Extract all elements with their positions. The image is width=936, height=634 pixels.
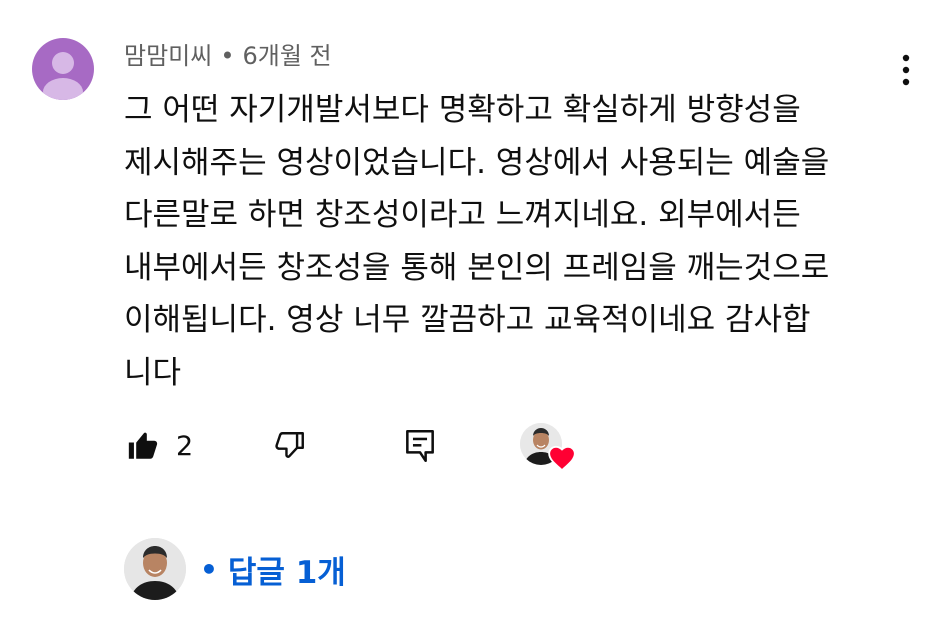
comment-line: 이해됩니다. 영상 너무 깔끔하고 교육적이네요 감사합 bbox=[124, 302, 811, 338]
thumbs-down-icon bbox=[275, 432, 304, 458]
default-avatar-icon bbox=[43, 52, 83, 100]
meta-separator: • bbox=[220, 42, 235, 70]
commenter-avatar[interactable] bbox=[32, 38, 94, 100]
comment-time[interactable]: 6개월 전 bbox=[242, 42, 331, 70]
reply-button[interactable] bbox=[400, 424, 440, 468]
comment-body: 그 어떤 자기개발서보다 명확하고 확실하게 방향성을 제시해주는 영상이었습니… bbox=[124, 84, 914, 399]
heart-icon bbox=[548, 445, 576, 471]
dislike-button[interactable] bbox=[270, 426, 310, 466]
thumbs-up-filled-icon bbox=[128, 432, 158, 459]
replies-separator: • bbox=[200, 552, 218, 586]
comment-line: 다른말로 하면 창조성이라고 느껴지네요. 외부에서든 bbox=[124, 197, 801, 233]
comment-line: 내부에서든 창조성을 통해 본인의 프레임을 깨는것으로 bbox=[124, 249, 830, 286]
replies-count-label: 답글 1개 bbox=[227, 554, 346, 591]
creator-heart-badge bbox=[520, 423, 576, 471]
comment-meta: 맘맘미씨 • 6개월 전 bbox=[124, 39, 332, 73]
like-count: 2 bbox=[176, 430, 194, 462]
view-replies-link[interactable]: • 답글 1개 bbox=[200, 547, 346, 592]
replies-row[interactable]: • 답글 1개 bbox=[124, 538, 346, 600]
comment-line: 니다 bbox=[124, 354, 182, 391]
like-button[interactable]: 2 bbox=[126, 424, 193, 468]
comment-line: 그 어떤 자기개발서보다 명확하고 확실하게 방향성을 bbox=[124, 92, 801, 128]
more-vert-icon bbox=[902, 54, 910, 86]
comment-line: 제시해주는 영상이었습니다. 영상에서 사용되는 예술을 bbox=[124, 144, 830, 181]
reply-author-photo-icon bbox=[124, 538, 186, 600]
more-options-button[interactable] bbox=[888, 52, 924, 88]
comment-author[interactable]: 맘맘미씨 bbox=[124, 42, 212, 70]
reply-author-avatar bbox=[124, 538, 186, 600]
reply-comment-icon bbox=[406, 429, 434, 463]
